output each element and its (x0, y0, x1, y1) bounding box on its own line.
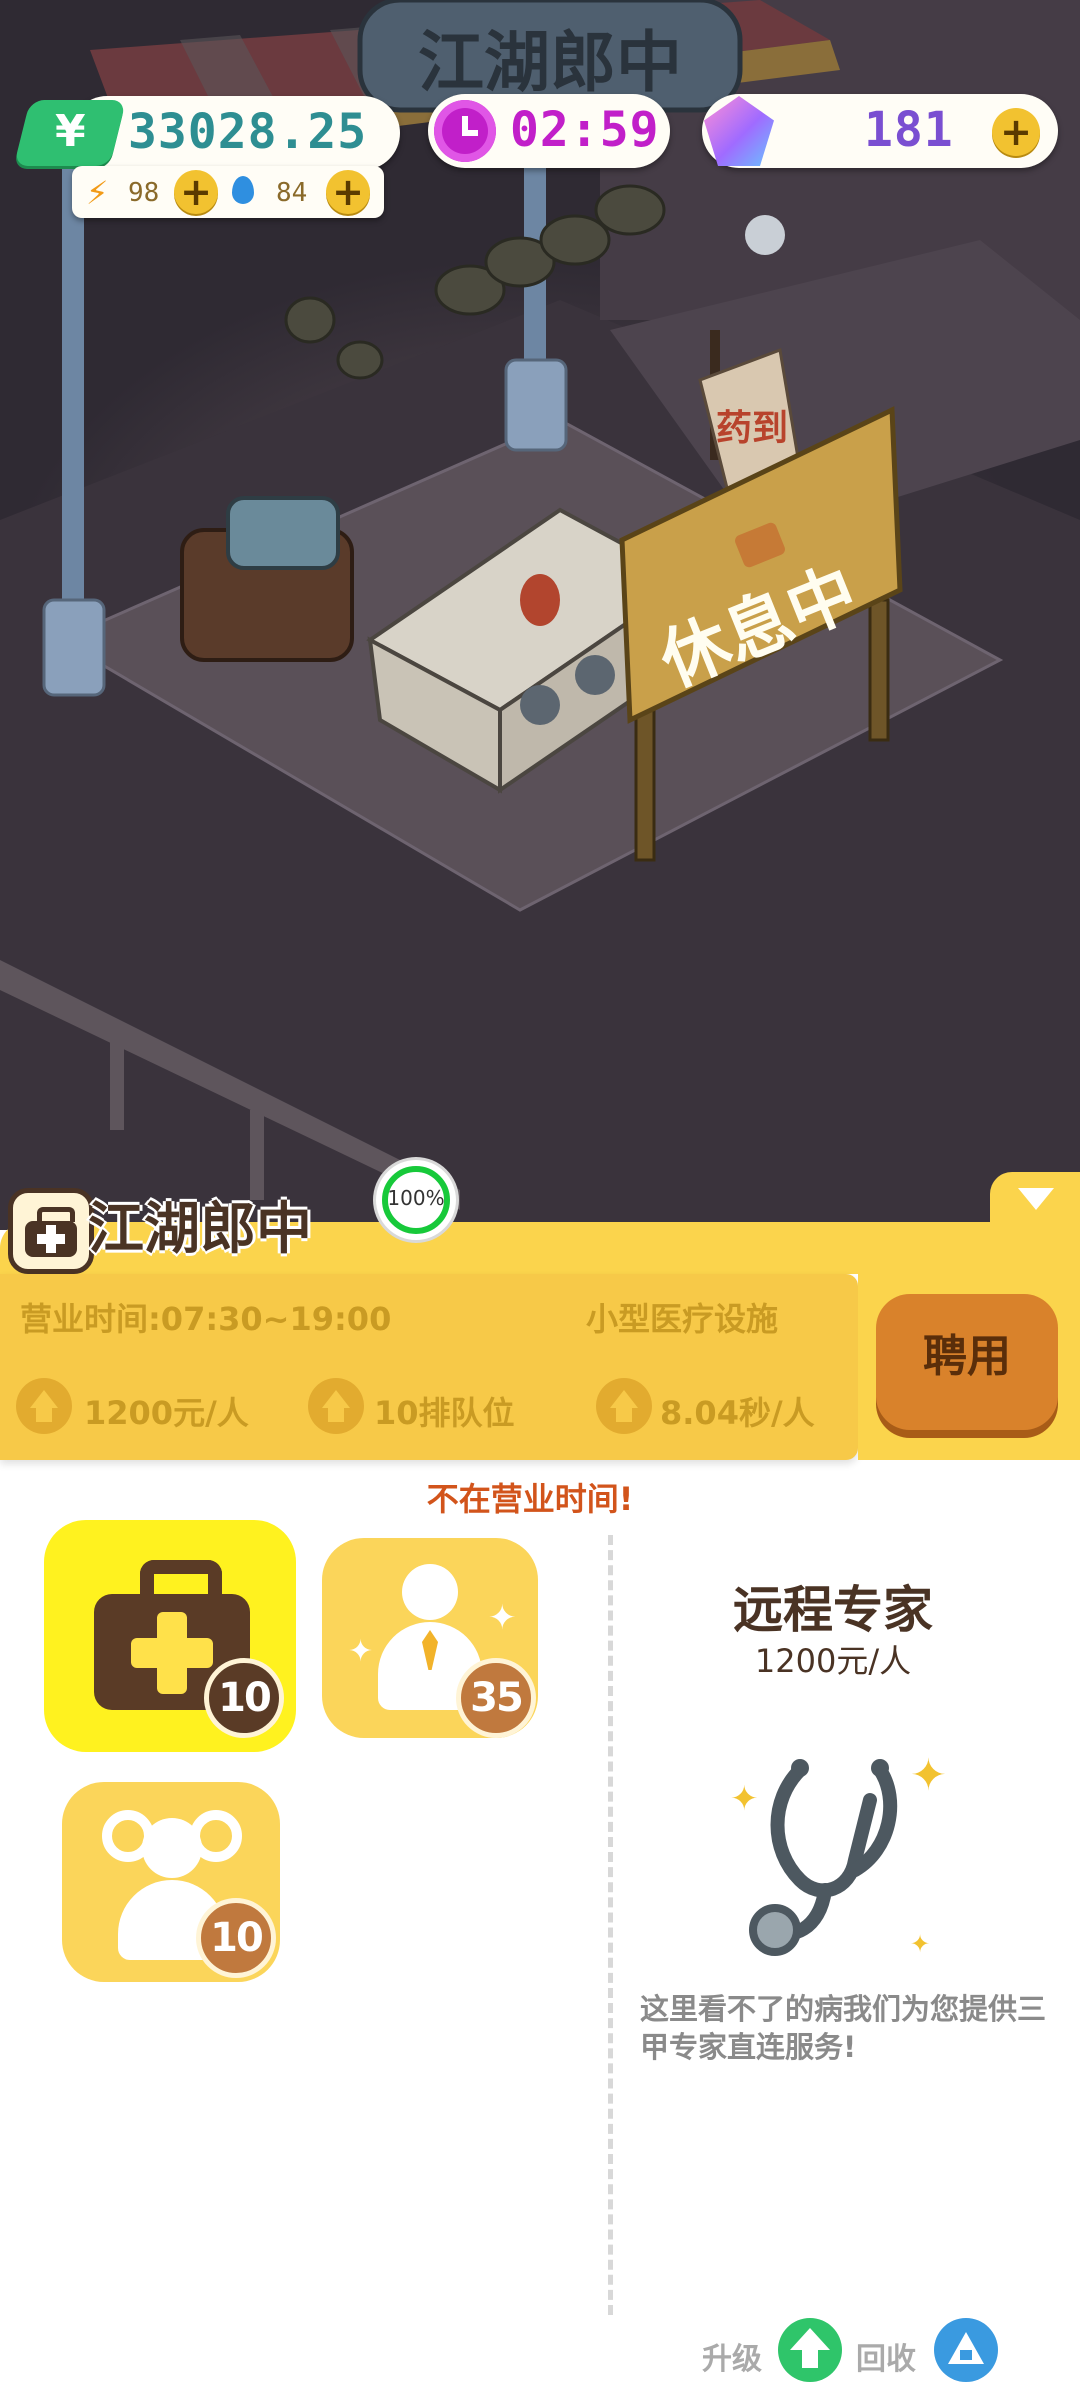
svg-text:✦: ✦ (730, 1779, 759, 1819)
svg-text:✦: ✦ (910, 1750, 947, 1801)
price-stat: 1200元/人 (84, 1394, 249, 1432)
detail-title: 远程专家 (733, 1581, 933, 1639)
resource-bar: ⚡ 98 + 84 + (72, 166, 384, 218)
banner-text: 药到 (716, 408, 788, 449)
add-gems-button[interactable]: + (992, 108, 1040, 156)
detail-description: 这里看不了的病我们为您提供三甲专家直连服务! (640, 1992, 1047, 2064)
status-message: 不在营业时间! (426, 1480, 634, 1518)
speed-icon (596, 1378, 652, 1434)
gem-display[interactable]: 181 + (702, 94, 1058, 168)
recycle-label: 回收 (856, 2342, 916, 2377)
business-hours: 营业时间:07:30~19:00 (20, 1300, 392, 1338)
water-icon (232, 176, 254, 204)
energy-value: 98 (128, 178, 160, 208)
speed-stat: 8.04秒/人 (660, 1394, 815, 1432)
game-scene[interactable]: 江湖郎中 药到 休息中 33028.25 ¥ ⚡ 98 + 84 + 02:59… (0, 0, 1080, 1230)
timer-value: 02:59 (510, 102, 660, 158)
shop-sign-text: 江湖郎中 (418, 24, 682, 101)
recycle-button[interactable] (934, 2318, 998, 2382)
item-count-badge: 35 (456, 1658, 536, 1738)
item-count-badge: 10 (196, 1898, 276, 1978)
item-count-badge: 10 (204, 1658, 284, 1738)
queue-icon (308, 1378, 364, 1434)
water-value: 84 (276, 178, 308, 208)
stethoscope-icon: ✦ ✦ ✦ (730, 1750, 947, 1958)
hire-button[interactable]: 聘用 (876, 1294, 1058, 1430)
item-staff[interactable]: ✦ ✦ 35 (322, 1538, 538, 1738)
upgrade-button[interactable] (778, 2318, 842, 2382)
shop-badge-icon (8, 1188, 94, 1274)
progress-label: 100% (387, 1186, 445, 1210)
add-energy-button[interactable]: + (174, 170, 218, 214)
upgrade-label: 升级 (702, 2342, 762, 2377)
collapse-tab[interactable] (990, 1172, 1080, 1232)
shop-name: 江湖郎中 (88, 1197, 312, 1262)
item-medical-kit[interactable]: 10 (44, 1520, 296, 1752)
facility-type: 小型医疗设施 (586, 1300, 779, 1338)
progress-ring: 100% (376, 1160, 456, 1240)
sparkle-icon: ✦ (488, 1598, 517, 1638)
gem-icon (704, 96, 774, 166)
price-icon (16, 1378, 72, 1434)
sparkle-icon: ✦ (348, 1634, 374, 1669)
gem-value: 181 (864, 102, 954, 158)
item-customers[interactable]: 10 (62, 1782, 280, 1982)
chevron-down-icon (1018, 1188, 1054, 1210)
money-icon: ¥ (13, 100, 127, 166)
detail-price: 1200元/人 (754, 1642, 912, 1680)
clock-icon (434, 100, 496, 162)
queue-stat: 10排队位 (374, 1394, 515, 1432)
add-water-button[interactable]: + (326, 170, 370, 214)
arrow-up-icon (790, 2328, 830, 2350)
energy-icon: ⚡ (86, 174, 109, 212)
money-value: 33028.25 (128, 104, 368, 160)
svg-text:✦: ✦ (910, 1930, 930, 1958)
timer-display: 02:59 (428, 94, 670, 168)
